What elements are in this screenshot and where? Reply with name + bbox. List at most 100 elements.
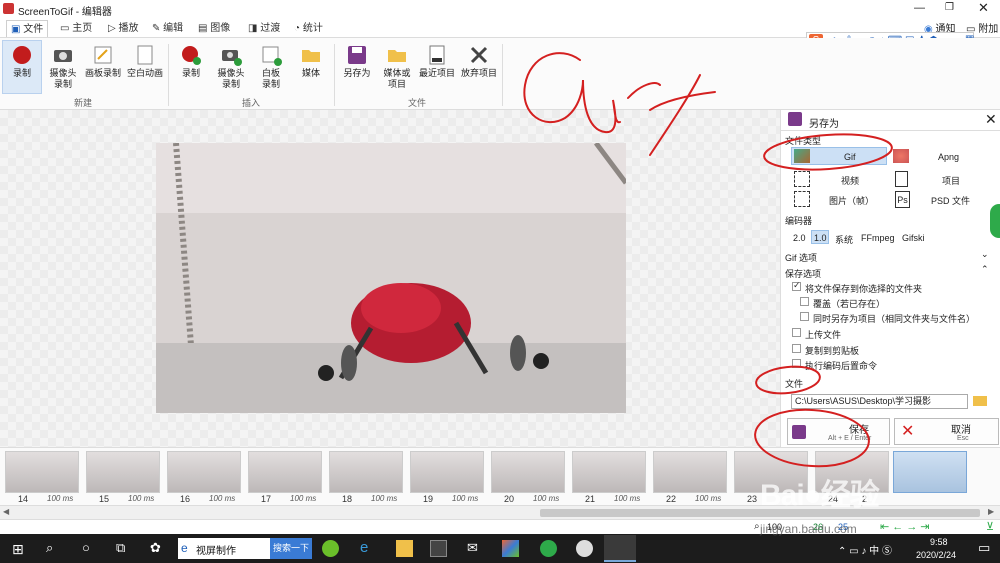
encoder-gifski[interactable]: Gifski	[902, 233, 925, 243]
encoder-2-0[interactable]: 2.0	[793, 233, 806, 243]
image-icon: ▤	[198, 23, 208, 34]
pinwheel-icon[interactable]: ✿	[150, 540, 161, 556]
insert-webcam-button[interactable]: 摄像头 录制	[210, 44, 252, 90]
frame-thumbnail-selected[interactable]	[893, 451, 967, 493]
frame-thumbnail[interactable]	[86, 451, 160, 493]
floppy-icon	[792, 425, 806, 439]
file-explorer-icon[interactable]	[396, 540, 413, 557]
close-icon[interactable]: ✕	[978, 0, 989, 16]
gif-icon	[794, 149, 810, 163]
navigation-arrows-icon[interactable]: ⇤ ← → ⇥	[880, 520, 930, 533]
encoder-ffmpeg[interactable]: FFmpeg	[861, 233, 895, 243]
save-as-panel: 另存为 ✕ 文件类型 Gif Apng 视频 项目 图片（帧） Ps PSD 文…	[780, 110, 1000, 447]
type-video-option[interactable]: 视频	[841, 174, 859, 187]
type-apng-option[interactable]: Apng	[938, 152, 959, 162]
save-as-button[interactable]: 另存为	[336, 44, 378, 79]
discard-project-button[interactable]: 放弃项目	[458, 44, 500, 79]
frame-number: 20	[504, 494, 515, 504]
save-options-header[interactable]: 保存选项	[785, 267, 821, 280]
type-project-option[interactable]: 项目	[942, 174, 960, 187]
screentogif-taskbar-button[interactable]	[604, 535, 636, 562]
frame-delay: 100 ms	[695, 494, 722, 503]
maximize-icon[interactable]: ❐	[945, 2, 954, 13]
tab-edit[interactable]: ✎ 编辑	[148, 20, 187, 37]
insert-media-button[interactable]: 媒体	[290, 44, 332, 79]
frame-thumbnail[interactable]	[248, 451, 322, 493]
resize-grip-icon: ⊻	[986, 521, 995, 533]
folder-icon[interactable]	[973, 396, 987, 406]
frame-number: 19	[423, 494, 434, 504]
taskbar-search-box[interactable]: e 视屏制作	[178, 538, 270, 559]
type-picture-option[interactable]: 图片（帧）	[829, 194, 874, 207]
frame-delay: 100 ms	[533, 494, 560, 503]
pencil-icon: ✎	[152, 23, 161, 34]
ribbon-divider	[168, 44, 169, 106]
insert-board-button[interactable]: 白板 录制	[250, 44, 292, 90]
scroll-right-icon[interactable]: ▶	[988, 507, 994, 516]
tab-statistics[interactable]: ◔ 统计	[290, 20, 327, 37]
frame-thumbnail[interactable]	[167, 451, 241, 493]
taskbar-time: 9:58	[930, 537, 948, 547]
edge-icon[interactable]: e	[360, 539, 368, 556]
tab-play[interactable]: ▷ 播放	[104, 20, 142, 37]
tab-image[interactable]: ▤ 图像	[194, 20, 234, 37]
task-view-icon[interactable]: ⧉	[116, 540, 125, 556]
file-path-input[interactable]: C:\Users\ASUS\Desktop\学习摄影	[791, 394, 968, 409]
overwrite-checkbox[interactable]	[800, 297, 809, 306]
app-colorful-icon[interactable]	[502, 540, 519, 557]
copy-clipboard-checkbox[interactable]	[792, 344, 801, 353]
cancel-button[interactable]: ✕ 取消 Esc	[894, 418, 999, 445]
board-icon	[92, 44, 114, 66]
search-icon[interactable]: ⌕	[46, 540, 53, 556]
scroll-left-icon[interactable]: ◀	[3, 507, 9, 516]
type-psd-option[interactable]: PSD 文件	[931, 194, 970, 207]
minimize-icon[interactable]: —	[914, 2, 925, 14]
psd-icon: Ps	[895, 191, 910, 208]
store-icon[interactable]	[430, 540, 447, 557]
recent-projects-button[interactable]: 最近项目	[416, 44, 458, 79]
upload-label: 上传文件	[805, 330, 842, 340]
record-button[interactable]: 录制	[1, 44, 43, 79]
tray-icons[interactable]: ⌃ ▭ ♪ 中 Ⓢ	[838, 542, 892, 557]
frame-thumbnail[interactable]	[572, 451, 646, 493]
video-icon	[794, 171, 810, 187]
cancel-x-icon: ✕	[901, 423, 915, 440]
insert-record-button[interactable]: 录制	[170, 44, 212, 79]
encoder-1-0[interactable]: 1.0	[814, 233, 827, 243]
app-paint-icon[interactable]	[576, 540, 593, 557]
panel-close-icon[interactable]: ✕	[985, 111, 997, 128]
cortana-icon[interactable]: ○	[82, 540, 90, 555]
save-project-checkbox[interactable]	[800, 312, 809, 321]
open-media-project-button[interactable]: 媒体或 项目	[376, 44, 418, 90]
webcam-record-button[interactable]: 摄像头 录制	[42, 44, 84, 90]
frame-number: 23	[747, 494, 758, 504]
chevron-up-icon[interactable]: ⌃	[981, 264, 989, 275]
tab-file[interactable]: ▣ 文件	[6, 20, 49, 37]
app-browser-icon[interactable]	[540, 540, 557, 557]
transition-icon: ◨	[248, 23, 258, 34]
side-floating-button[interactable]	[990, 204, 1000, 238]
app-green-icon[interactable]	[322, 540, 339, 557]
upload-checkbox[interactable]	[792, 328, 801, 337]
frame-thumbnail[interactable]	[491, 451, 565, 493]
tab-transition[interactable]: ◨ 过渡	[244, 20, 284, 37]
frame-thumbnail[interactable]	[653, 451, 727, 493]
gif-options-header[interactable]: Gif 选项	[785, 251, 817, 264]
taskbar-search-button[interactable]: 搜索一下	[270, 538, 312, 559]
mail-icon[interactable]: ✉	[467, 540, 478, 556]
frame-thumbnail[interactable]	[329, 451, 403, 493]
frame-thumbnail[interactable]	[410, 451, 484, 493]
chevron-down-icon[interactable]: ⌄	[981, 249, 989, 260]
tab-home[interactable]: ▭ 主页	[56, 20, 96, 37]
save-button[interactable]: 保存 Alt + E / Enter	[787, 418, 890, 445]
zoom-icon[interactable]: ⌕	[754, 521, 760, 532]
frame-thumbnail[interactable]	[5, 451, 79, 493]
notification-center-icon[interactable]: ▭	[978, 540, 990, 556]
windows-taskbar: ⊞ ⌕ ○ ⧉ ✿ e 视屏制作 搜索一下 e ✉ ⌃ ▭ ♪ 中 Ⓢ 9:58…	[0, 534, 1000, 563]
save-folder-checkbox[interactable]	[792, 280, 801, 291]
board-record-button[interactable]: 画板录制	[82, 44, 124, 79]
blank-animation-button[interactable]: 空白动画	[124, 44, 166, 79]
encoder-system[interactable]: 系统	[835, 233, 853, 246]
windows-start-icon[interactable]: ⊞	[12, 541, 24, 558]
post-command-checkbox[interactable]	[792, 359, 801, 368]
